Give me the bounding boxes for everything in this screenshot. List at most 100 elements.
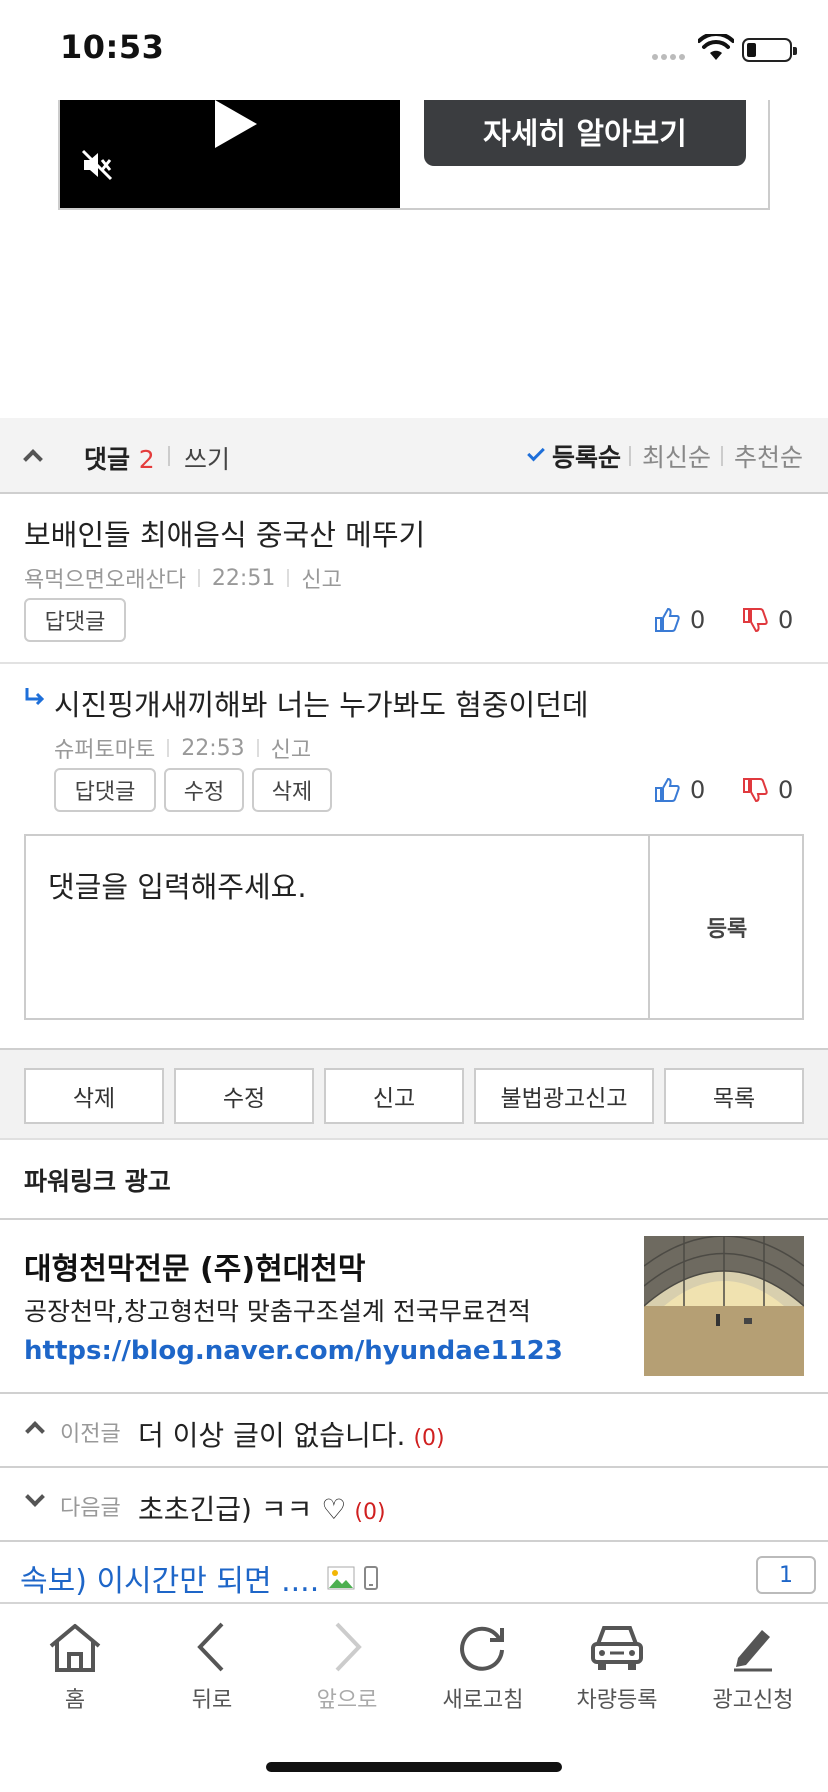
ad-thumbnail-image[interactable] [644, 1236, 804, 1376]
toolbar-register-car-label: 차량등록 [576, 1688, 658, 1713]
breaking-text: 속보) 이시간만 되면 .... [20, 1564, 320, 1599]
video-player[interactable] [60, 100, 400, 208]
comments-header: 댓글 2 쓰기 등록순 최신순 추천순 [0, 418, 828, 494]
sort-latest[interactable]: 최신순 [642, 438, 711, 474]
dislike-count: 0 [778, 776, 794, 804]
edit-comment-button[interactable]: 수정 [164, 768, 244, 812]
car-icon [591, 1626, 643, 1670]
comment-meta: 욕먹으면오래산다 22:51 신고 [24, 562, 342, 594]
next-count: (0) [354, 1500, 386, 1525]
delete-post-button[interactable]: 삭제 [24, 1068, 164, 1124]
comment-text: 보배인들 최애음식 중국산 메뚜기 [24, 518, 426, 552]
comment-text: 시진핑개새끼해봐 너는 누가봐도 혐중이던데 [54, 688, 589, 722]
comment-time: 22:53 [181, 735, 245, 761]
like-count: 0 [690, 606, 706, 634]
next-label: 다음글 [60, 1496, 121, 1521]
comment-input-box: 댓글을 입력해주세요. 등록 [24, 834, 804, 1020]
like-button[interactable]: 0 [654, 606, 705, 634]
toolbar-back[interactable]: 뒤로 [143, 1616, 281, 1726]
mute-icon[interactable] [80, 148, 114, 182]
prev-title-text: 더 이상 글이 없습니다. [138, 1419, 406, 1452]
dislike-button[interactable]: 0 [742, 606, 793, 634]
breaking-post-link[interactable]: 속보) 이시간만 되면 .... [20, 1556, 379, 1600]
learn-more-button[interactable]: 자세히 알아보기 [424, 100, 746, 166]
comment-author[interactable]: 슈퍼토마토 [54, 732, 155, 764]
powerlink-title: 파워링크 광고 [24, 1167, 171, 1196]
chevron-up-icon [25, 1421, 45, 1441]
play-icon[interactable] [215, 100, 257, 148]
mobile-icon [364, 1566, 379, 1590]
chevron-up-icon[interactable] [23, 449, 43, 469]
ad-title[interactable]: 대형천막전문 (주)현대천막 [24, 1244, 365, 1288]
toolbar-register-car[interactable]: 차량등록 [548, 1616, 686, 1726]
check-icon [527, 443, 545, 462]
edit-post-button[interactable]: 수정 [174, 1068, 314, 1124]
submit-comment-button[interactable]: 등록 [650, 836, 804, 1018]
prev-post-title: 더 이상 글이 없습니다. (0) [138, 1414, 445, 1454]
comments-label: 댓글 2 [84, 440, 155, 476]
like-count: 0 [690, 776, 706, 804]
toolbar-forward-label: 앞으로 [316, 1688, 378, 1713]
like-button[interactable]: 0 [654, 776, 705, 804]
report-link[interactable]: 신고 [271, 732, 311, 764]
comment-input[interactable]: 댓글을 입력해주세요. [48, 864, 307, 906]
sort-registered[interactable]: 등록순 [552, 438, 621, 474]
write-comment-link[interactable]: 쓰기 [184, 440, 230, 476]
thumbs-down-icon [743, 778, 768, 803]
divider [0, 662, 828, 664]
reply-button[interactable]: 답댓글 [54, 768, 156, 812]
comment-time: 22:51 [211, 565, 276, 591]
next-post-title: 초초긴급) ㅋㅋ ♡ (0) [138, 1488, 386, 1528]
pencil-icon [734, 1630, 772, 1672]
report-illegal-ad-button[interactable]: 불법광고신고 [474, 1068, 654, 1124]
thumbs-up-icon [655, 607, 680, 632]
chevron-right-icon [335, 1622, 362, 1672]
home-indicator [266, 1762, 562, 1772]
divider [168, 446, 170, 466]
divider [0, 1218, 828, 1220]
comment-author[interactable]: 욕먹으면오래산다 [24, 562, 186, 594]
wifi-icon [698, 34, 734, 60]
status-time: 10:53 [60, 28, 165, 66]
video-ad: 자세히 알아보기 [58, 100, 770, 210]
signal-icon [652, 54, 692, 60]
report-post-button[interactable]: 신고 [324, 1068, 464, 1124]
toolbar-back-label: 뒤로 [191, 1688, 233, 1713]
ad-description: 공장천막,창고형천막 맞춤구조설계 전국무료견적 [24, 1297, 531, 1326]
reply-button[interactable]: 답댓글 [24, 598, 126, 642]
prev-count: (0) [413, 1426, 445, 1451]
dislike-button[interactable]: 0 [742, 776, 793, 804]
reply-arrow-icon [25, 688, 45, 706]
toolbar-refresh[interactable]: 새로고침 [414, 1616, 552, 1726]
divider [0, 1540, 828, 1542]
post-action-bar: 삭제 수정 신고 불법광고신고 목록 [0, 1048, 828, 1140]
home-icon [49, 1624, 101, 1672]
delete-comment-button[interactable]: 삭제 [252, 768, 332, 812]
comments-title: 댓글 [84, 445, 131, 474]
image-icon [327, 1566, 355, 1590]
divider [721, 446, 723, 466]
thumbs-down-icon [743, 608, 768, 633]
thumbs-up-icon [655, 777, 680, 802]
battery-icon [742, 38, 797, 62]
toolbar-home[interactable]: 홈 [6, 1616, 144, 1726]
ad-url-link[interactable]: https://blog.naver.com/hyundae1123 [24, 1336, 563, 1366]
toolbar-forward[interactable]: 앞으로 [278, 1616, 416, 1726]
toolbar-ad-request-label: 광고신청 [712, 1688, 794, 1713]
toolbar-ad-request[interactable]: 광고신청 [684, 1616, 822, 1726]
sort-recommended[interactable]: 추천순 [734, 438, 803, 474]
chevron-down-icon [25, 1487, 45, 1507]
toolbar-refresh-label: 새로고침 [442, 1688, 524, 1713]
prev-post-row[interactable]: 이전글 더 이상 글이 없습니다. (0) [0, 1394, 828, 1468]
toolbar-home-label: 홈 [64, 1688, 86, 1713]
chevron-left-icon [197, 1622, 224, 1672]
next-post-row[interactable]: 다음글 초초긴급) ㅋㅋ ♡ (0) [0, 1468, 828, 1542]
prev-label: 이전글 [60, 1422, 121, 1447]
refresh-icon [460, 1626, 504, 1671]
divider [629, 446, 631, 466]
comment-meta: 슈퍼토마토 22:53 신고 [54, 732, 311, 764]
page-indicator[interactable]: 1 [756, 1556, 816, 1594]
list-button[interactable]: 목록 [664, 1068, 804, 1124]
next-title-text: 초초긴급) ㅋㅋ ♡ [138, 1493, 347, 1526]
report-link[interactable]: 신고 [301, 562, 341, 594]
